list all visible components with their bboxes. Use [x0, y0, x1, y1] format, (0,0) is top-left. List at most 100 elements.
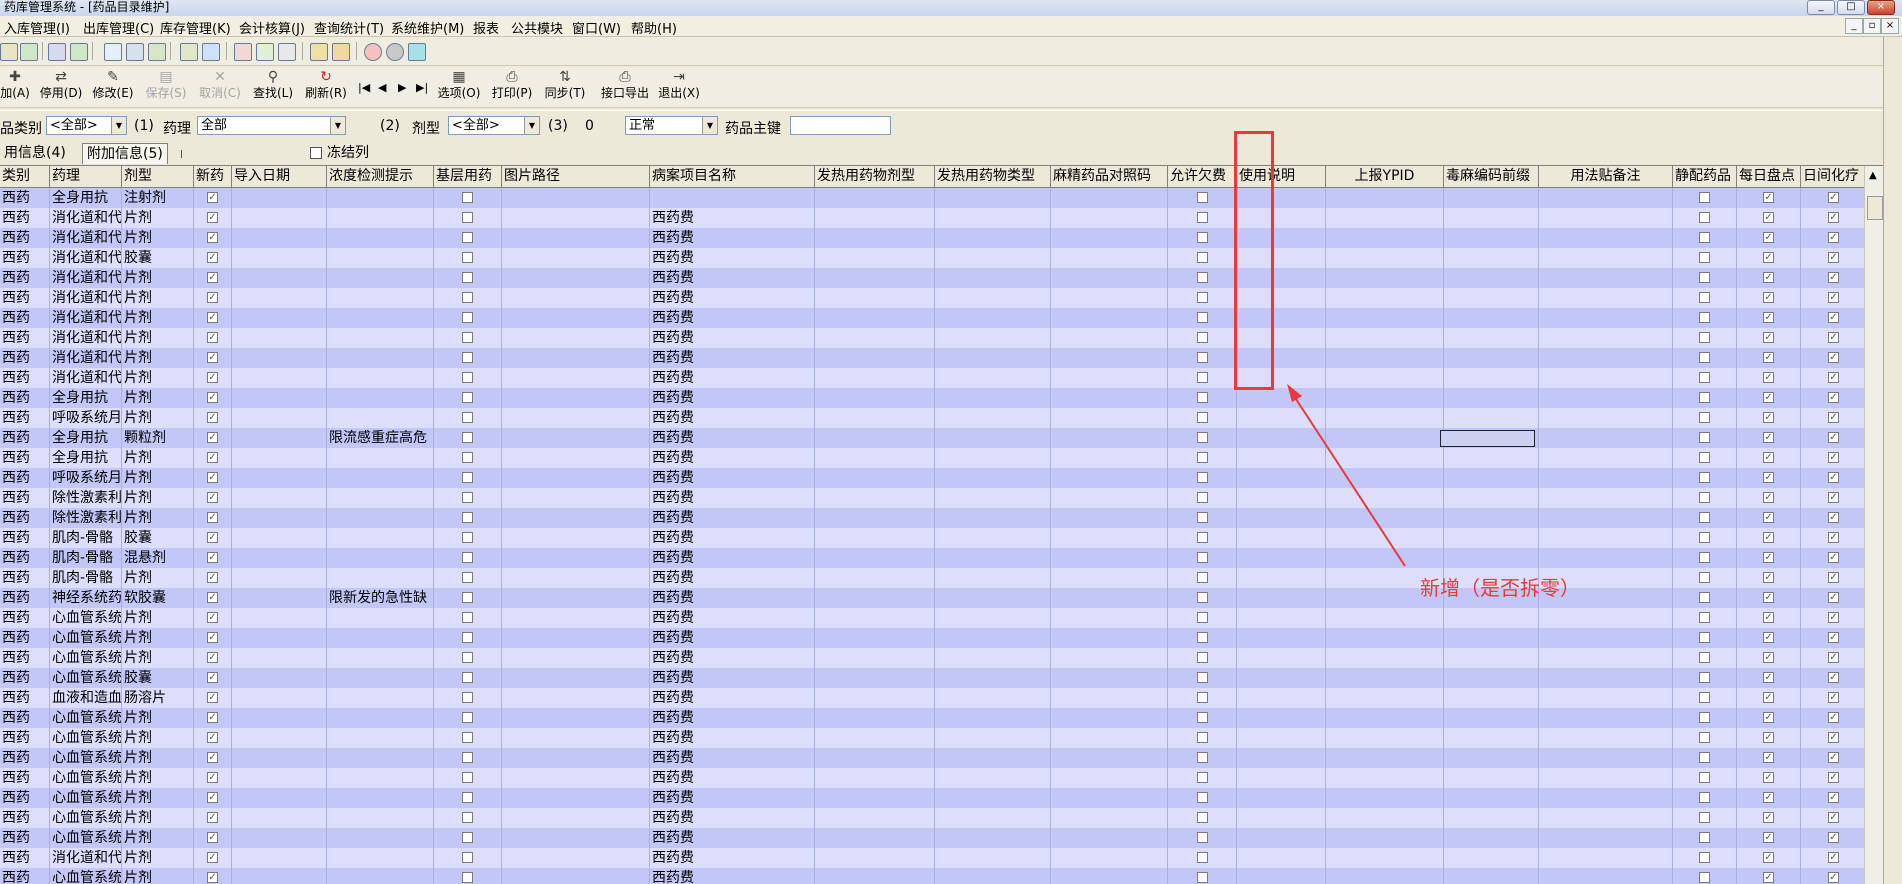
grid-cell[interactable]: ✓	[194, 588, 232, 608]
grid-cell[interactable]	[1051, 368, 1168, 388]
grid-cell[interactable]	[1051, 308, 1168, 328]
grid-cell[interactable]	[1673, 868, 1737, 884]
checked-checkbox[interactable]: ✓	[207, 492, 218, 503]
grid-cell[interactable]	[935, 628, 1051, 648]
grid-cell[interactable]	[434, 788, 502, 808]
menu-inbound[interactable]: 入库管理(I)	[4, 18, 70, 37]
grid-cell[interactable]: 心血管系统	[50, 748, 122, 768]
grid-cell[interactable]: 西药费	[650, 868, 815, 884]
grid-cell[interactable]	[935, 408, 1051, 428]
checked-checkbox[interactable]: ✓	[1828, 852, 1839, 863]
grid-cell[interactable]	[232, 228, 327, 248]
grid-cell[interactable]	[1326, 808, 1444, 828]
grid-cell[interactable]: 片剂	[122, 708, 194, 728]
menu-help[interactable]: 帮助(H)	[631, 18, 677, 37]
grid-cell[interactable]	[1168, 448, 1237, 468]
grid-cell[interactable]	[1051, 768, 1168, 788]
grid-cell[interactable]: 颗粒剂	[122, 428, 194, 448]
grid-cell[interactable]	[327, 688, 434, 708]
table-row[interactable]: 西药 全身用抗 片剂 ✓ 西药费 ✓ ✓	[0, 388, 1864, 408]
grid-cell[interactable]	[1539, 228, 1673, 248]
grid-cell[interactable]	[815, 628, 935, 648]
tab-extra-info[interactable]: 附加信息(5)	[82, 143, 168, 164]
checked-checkbox[interactable]: ✓	[207, 332, 218, 343]
grid-cell[interactable]: 除性激素利	[50, 508, 122, 528]
column-header[interactable]: 毒麻编码前缀	[1444, 166, 1539, 187]
checked-checkbox[interactable]: ✓	[1828, 692, 1839, 703]
checked-checkbox[interactable]: ✓	[207, 272, 218, 283]
grid-cell[interactable]	[1326, 208, 1444, 228]
table-row[interactable]: 西药 消化道和代 片剂 ✓ 西药费 ✓ ✓	[0, 368, 1864, 388]
checkbox[interactable]	[462, 372, 473, 383]
checked-checkbox[interactable]: ✓	[1828, 252, 1839, 263]
grid-cell[interactable]	[1539, 428, 1673, 448]
grid-cell[interactable]	[502, 228, 650, 248]
checked-checkbox[interactable]: ✓	[207, 292, 218, 303]
table-row[interactable]: 西药 呼吸系统月 片剂 ✓ 西药费 ✓ ✓	[0, 468, 1864, 488]
checked-checkbox[interactable]: ✓	[1763, 872, 1774, 883]
grid-cell[interactable]	[434, 328, 502, 348]
grid-cell[interactable]: 西药	[0, 708, 50, 728]
checkbox[interactable]	[462, 252, 473, 263]
checkbox[interactable]	[1699, 332, 1710, 343]
grid-cell[interactable]	[327, 528, 434, 548]
grid-cell[interactable]	[1673, 648, 1737, 668]
open-doc-icon[interactable]	[20, 43, 38, 61]
column-header[interactable]: 浓度检测提示	[327, 166, 434, 187]
checkbox[interactable]	[462, 272, 473, 283]
grid-cell[interactable]	[1326, 388, 1444, 408]
grid-cell[interactable]	[232, 428, 327, 448]
grid-cell[interactable]	[1673, 388, 1737, 408]
checked-checkbox[interactable]: ✓	[207, 772, 218, 783]
grid-cell[interactable]: ✓	[194, 688, 232, 708]
checkbox[interactable]	[462, 732, 473, 743]
checkbox[interactable]	[462, 612, 473, 623]
grid-cell[interactable]: ✓	[1801, 768, 1864, 788]
checked-checkbox[interactable]: ✓	[1828, 612, 1839, 623]
checkbox[interactable]	[1197, 372, 1208, 383]
checked-checkbox[interactable]: ✓	[1828, 732, 1839, 743]
grid-cell[interactable]: ✓	[1801, 708, 1864, 728]
grid-cell[interactable]	[1673, 688, 1737, 708]
grid-cell[interactable]: 胶囊	[122, 248, 194, 268]
grid-cell[interactable]	[1539, 628, 1673, 648]
grid-cell[interactable]: ✓	[1737, 548, 1801, 568]
grid-cell[interactable]: ✓	[1801, 368, 1864, 388]
grid-cell[interactable]	[1326, 768, 1444, 788]
checkbox[interactable]	[462, 212, 473, 223]
book-icon[interactable]	[48, 43, 66, 61]
mdi-restore-button[interactable]: ▫	[1863, 18, 1881, 34]
checked-checkbox[interactable]: ✓	[207, 632, 218, 643]
grid-cell[interactable]: 西药费	[650, 628, 815, 648]
grid-cell[interactable]	[1326, 368, 1444, 388]
checked-checkbox[interactable]: ✓	[1763, 732, 1774, 743]
grid-cell[interactable]	[502, 628, 650, 648]
grid-cell[interactable]	[1051, 508, 1168, 528]
checked-checkbox[interactable]: ✓	[1763, 392, 1774, 403]
checkbox[interactable]	[1699, 272, 1710, 283]
grid-cell[interactable]	[1539, 788, 1673, 808]
grid-cell[interactable]	[935, 268, 1051, 288]
grid-cell[interactable]	[1539, 608, 1673, 628]
grid-cell[interactable]: 全身用抗	[50, 388, 122, 408]
checked-checkbox[interactable]: ✓	[1763, 272, 1774, 283]
grid-cell[interactable]	[1673, 308, 1737, 328]
grid-cell[interactable]	[1539, 288, 1673, 308]
checkbox[interactable]	[462, 572, 473, 583]
grid-cell[interactable]	[1444, 388, 1539, 408]
grid-cell[interactable]: ✓	[1737, 728, 1801, 748]
grid-cell[interactable]	[327, 348, 434, 368]
grid-cell[interactable]	[815, 788, 935, 808]
grid-cell[interactable]	[502, 348, 650, 368]
grid-cell[interactable]	[1237, 568, 1326, 588]
grid-cell[interactable]: 心血管系统	[50, 828, 122, 848]
checked-checkbox[interactable]: ✓	[207, 432, 218, 443]
grid-cell[interactable]	[1673, 628, 1737, 648]
grid-cell[interactable]: ✓	[1737, 368, 1801, 388]
grid-cell[interactable]: ✓	[1737, 408, 1801, 428]
grid-cell[interactable]	[502, 248, 650, 268]
mdi-minimize-button[interactable]: _	[1845, 18, 1863, 34]
grid-cell[interactable]: ✓	[1801, 548, 1864, 568]
grid-cell[interactable]	[1237, 788, 1326, 808]
grid-cell[interactable]	[1673, 428, 1737, 448]
